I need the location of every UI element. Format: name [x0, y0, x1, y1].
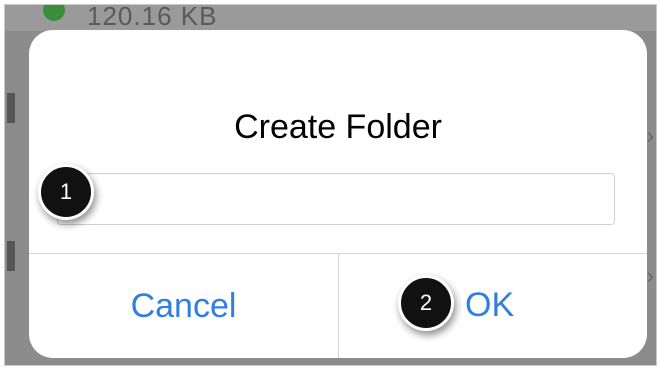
ok-button[interactable]: OK: [339, 254, 647, 358]
background-row-edge: [7, 241, 15, 271]
chevron-right-icon: ›: [646, 123, 654, 148]
background-file-row: 120.16 KB: [5, 5, 656, 31]
cancel-button[interactable]: Cancel: [29, 254, 338, 358]
create-folder-dialog: Create Folder Cancel OK: [29, 30, 647, 358]
dialog-title: Create Folder: [234, 108, 442, 146]
background-file-size: 120.16 KB: [87, 4, 218, 31]
folder-name-input[interactable]: [57, 173, 615, 225]
step-callout-1: 1: [38, 164, 94, 220]
background-row-edge: [7, 93, 15, 123]
cancel-button-label: Cancel: [130, 286, 237, 325]
step-callout-2: 2: [398, 275, 454, 331]
ok-button-label: OK: [465, 286, 515, 324]
status-dot-icon: [43, 5, 65, 21]
screenshot-frame: 120.16 KB › › Create Folder Cancel OK: [4, 4, 657, 366]
chevron-right-icon: ›: [646, 263, 654, 288]
